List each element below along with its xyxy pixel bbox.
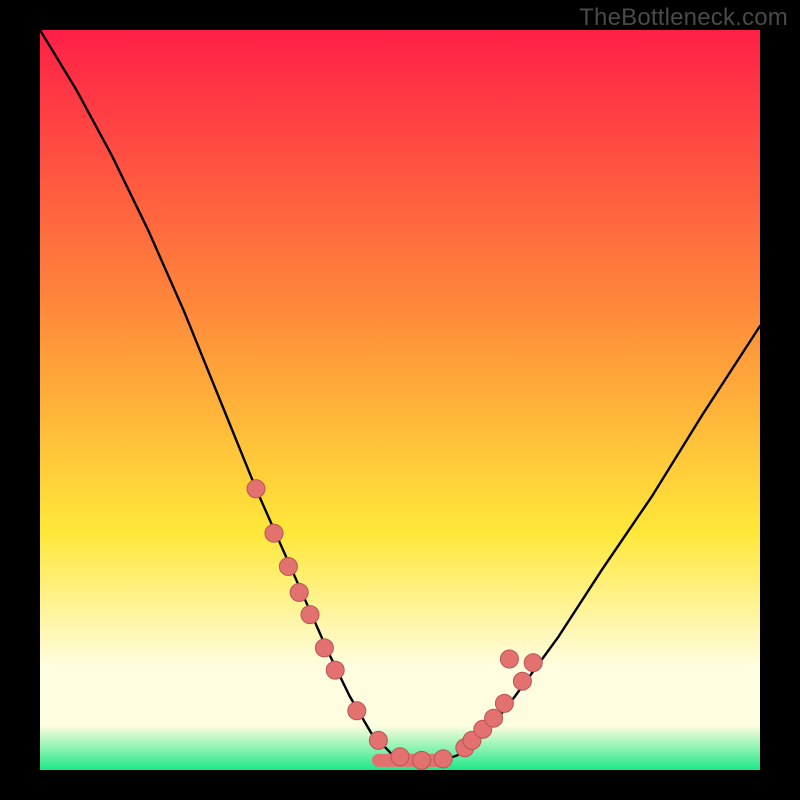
marker-point [434,750,452,768]
marker-point [413,751,431,769]
bottleneck-chart [0,0,800,800]
marker-point [301,606,319,624]
plot-background [40,30,760,770]
marker-point [495,694,513,712]
marker-point [348,702,366,720]
chart-frame: TheBottleneck.com [0,0,800,800]
marker-point [279,558,297,576]
marker-point [265,524,283,542]
marker-point [290,583,308,601]
marker-point [326,661,344,679]
marker-point [500,650,518,668]
marker-point [247,480,265,498]
marker-point [315,639,333,657]
marker-point [485,709,503,727]
watermark-text: TheBottleneck.com [579,4,788,32]
marker-point [524,654,542,672]
marker-point [369,731,387,749]
marker-point [513,672,531,690]
marker-point [391,748,409,766]
